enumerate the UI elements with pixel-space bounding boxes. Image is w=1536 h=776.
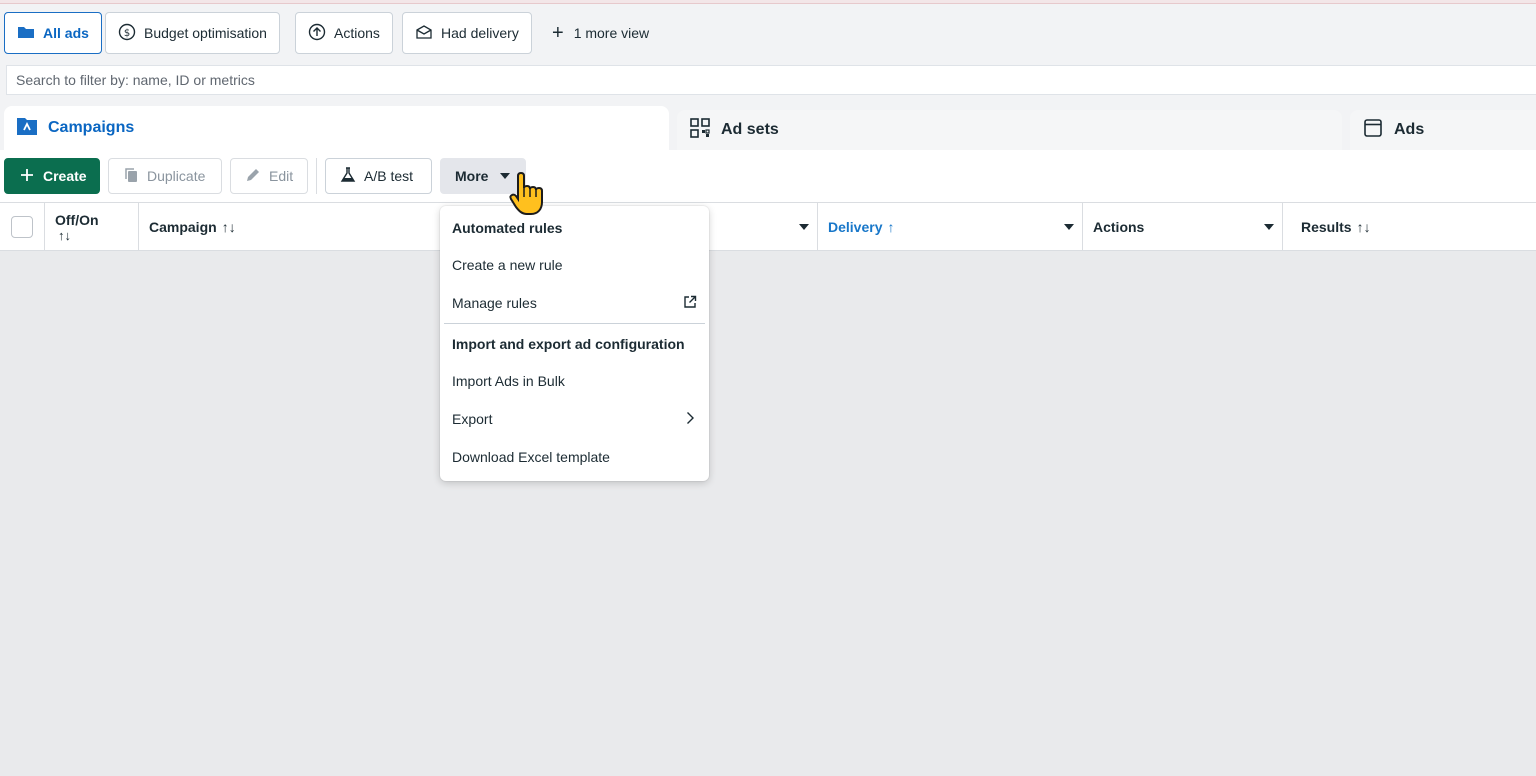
toolbar: Create Duplicate Edit A/B test More [0,150,1536,202]
menu-item-export[interactable]: Export [440,400,709,438]
menu-item-label: Manage rules [452,295,537,311]
menu-item-import-bulk[interactable]: Import Ads in Bulk [440,362,709,400]
campaign-folder-icon [16,115,38,142]
level-tabs: Campaigns Ad sets Ads [0,102,1536,150]
column-actions-label: Actions [1093,219,1145,235]
column-delivery[interactable]: Delivery ↑ [818,203,1083,251]
plus-icon: + [552,22,564,44]
ab-test-button[interactable]: A/B test [325,158,432,194]
pencil-icon [245,167,261,186]
column-off-on[interactable]: Off/On ↑↓ [45,203,139,251]
view-tab-label: Actions [334,25,380,41]
external-link-icon [683,295,697,312]
view-tab-label: Budget optimisation [144,25,267,41]
column-actions[interactable]: Actions [1083,203,1283,251]
toolbar-divider [316,158,317,194]
views-bar: All ads $ Budget optimisation Actions Ha… [0,4,1536,62]
create-button[interactable]: Create [4,158,100,194]
view-tab-all-ads[interactable]: All ads [4,12,102,54]
duplicate-button[interactable]: Duplicate [108,158,222,194]
ad-window-icon [1362,117,1384,144]
menu-heading-import-export: Import and export ad configuration [452,336,685,352]
menu-item-manage-rules[interactable]: Manage rules [440,284,709,322]
menu-item-label: Download Excel template [452,449,610,465]
tab-label: Campaigns [48,119,135,136]
column-off-on-label: Off/On [55,211,99,228]
menu-item-create-rule[interactable]: Create a new rule [440,246,709,284]
sort-icon: ↑↓ [58,227,71,243]
duplicate-label: Duplicate [147,168,206,184]
menu-item-download-template[interactable]: Download Excel template [440,438,709,476]
table-body [0,251,1536,776]
search-row [0,62,1536,102]
more-label: More [455,168,489,184]
envelope-icon [415,23,433,44]
more-views-button[interactable]: + 1 more view [540,12,661,54]
view-tab-label: Had delivery [441,25,519,41]
menu-divider [444,323,705,324]
more-views-label: 1 more view [573,25,650,41]
tab-ads[interactable]: Ads [1350,110,1536,150]
menu-item-label: Export [452,411,493,427]
tab-label: Ads [1394,121,1425,138]
more-dropdown-menu: Automated rules Create a new rule Manage… [440,206,709,481]
tab-ad-sets[interactable]: Ad sets [677,110,1342,150]
select-all-checkbox[interactable] [11,216,33,238]
search-input[interactable] [6,65,1536,95]
grid-icon [689,117,711,144]
view-tab-budget-optimisation[interactable]: $ Budget optimisation [105,12,280,54]
menu-heading-automated-rules: Automated rules [452,220,563,236]
view-tab-label: All ads [43,25,89,41]
dollar-circle-icon: $ [118,23,136,44]
svg-text:$: $ [124,28,130,39]
sort-icon: ↑↓ [221,219,236,235]
tab-campaigns[interactable]: Campaigns [4,106,669,150]
column-campaign-label: Campaign [149,219,217,235]
column-delivery-label: Delivery [828,219,883,235]
column-menu-caret-icon[interactable] [1264,224,1274,230]
edit-label: Edit [269,168,294,184]
duplicate-icon [123,167,139,186]
arrow-up-circle-icon [308,23,326,44]
chevron-right-icon [683,411,697,428]
tab-label: Ad sets [721,121,779,138]
select-all-cell [0,203,45,251]
edit-button[interactable]: Edit [230,158,308,194]
menu-item-label: Import Ads in Bulk [452,373,565,389]
plus-icon [19,167,35,186]
sort-icon: ↑↓ [1356,219,1371,235]
column-results-label: Results [1301,219,1352,235]
sort-ascending-icon: ↑ [887,219,895,235]
table-header: Off/On ↑↓ Campaign ↑↓ Delivery ↑ Actions… [0,202,1536,251]
view-tab-actions[interactable]: Actions [295,12,393,54]
hand-pointer-cursor-icon [509,171,543,215]
view-tab-had-delivery[interactable]: Had delivery [402,12,532,54]
column-menu-caret-icon[interactable] [1064,224,1074,230]
create-label: Create [43,168,87,184]
column-results[interactable]: Results ↑↓ [1283,203,1536,251]
flask-icon [340,166,356,186]
menu-item-label: Create a new rule [452,257,563,273]
ab-test-label: A/B test [364,168,414,184]
folder-icon [17,23,35,44]
column-menu-caret-icon[interactable] [799,224,809,230]
